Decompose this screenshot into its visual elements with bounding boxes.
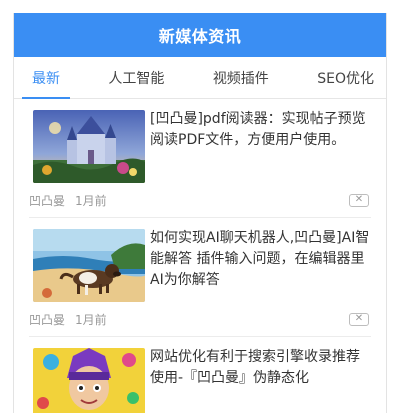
tab-seo[interactable]: SEO优化	[317, 57, 374, 98]
article-meta: 凹凸曼 1月前 ✕	[29, 304, 371, 336]
cartoon-character-illustration-image	[33, 348, 145, 413]
tab-bar: 最新 人工智能 视频插件 SEO优化	[14, 57, 386, 99]
tab-latest[interactable]: 最新	[22, 57, 70, 99]
article-title[interactable]: 网站优化有利于搜索引擎收录推荐使用-『凹凸曼』伪静态化	[150, 347, 371, 389]
widget-title: 新媒体资讯	[14, 13, 386, 57]
list-item[interactable]: [凹凸曼]pdf阅读器：实现帖子预览阅读PDF文件，方便用户使用。 凹凸曼 1月…	[29, 99, 371, 218]
article-thumbnail[interactable]	[33, 229, 145, 302]
list-item[interactable]: 如何实现AI聊天机器人,凹凸曼]AI智能解答 插件输入问题，在编辑器里AI为你解…	[29, 218, 371, 337]
article-meta: 凹凸曼 1月前 ✕	[29, 185, 371, 217]
dismiss-button[interactable]: ✕	[349, 312, 369, 326]
close-x-icon: ✕	[354, 194, 364, 205]
tab-ai[interactable]: 人工智能	[108, 57, 164, 98]
article-title[interactable]: [凹凸曼]pdf阅读器：实现帖子预览阅读PDF文件，方便用户使用。	[150, 109, 371, 151]
tab-video-plugins[interactable]: 视频插件	[213, 57, 269, 98]
article-author: 凹凸曼	[29, 312, 66, 327]
article-author: 凹凸曼	[29, 193, 66, 208]
list-item[interactable]: 网站优化有利于搜索引擎收录推荐使用-『凹凸曼』伪静态化	[29, 337, 371, 413]
castle-painting-image	[33, 110, 145, 183]
article-time: 1月前	[75, 193, 107, 208]
article-thumbnail[interactable]	[33, 348, 145, 413]
article-title[interactable]: 如何实现AI聊天机器人,凹凸曼]AI智能解答 插件输入问题，在编辑器里AI为你解…	[150, 228, 371, 291]
dismiss-button[interactable]: ✕	[349, 193, 369, 207]
article-list: [凹凸曼]pdf阅读器：实现帖子预览阅读PDF文件，方便用户使用。 凹凸曼 1月…	[14, 99, 386, 413]
news-widget: 新媒体资讯 最新 人工智能 视频插件 SEO优化 [凹凸曼]pdf阅读器：实现帖…	[13, 13, 387, 413]
article-body[interactable]: 如何实现AI聊天机器人,凹凸曼]AI智能解答 插件输入问题，在编辑器里AI为你解…	[29, 228, 371, 302]
article-thumbnail[interactable]	[33, 110, 145, 183]
article-time: 1月前	[75, 312, 107, 327]
dog-on-beach-painting-image	[33, 229, 145, 302]
article-body[interactable]: [凹凸曼]pdf阅读器：实现帖子预览阅读PDF文件，方便用户使用。	[29, 109, 371, 183]
article-body[interactable]: 网站优化有利于搜索引擎收录推荐使用-『凹凸曼』伪静态化	[29, 347, 371, 413]
close-x-icon: ✕	[354, 313, 364, 324]
